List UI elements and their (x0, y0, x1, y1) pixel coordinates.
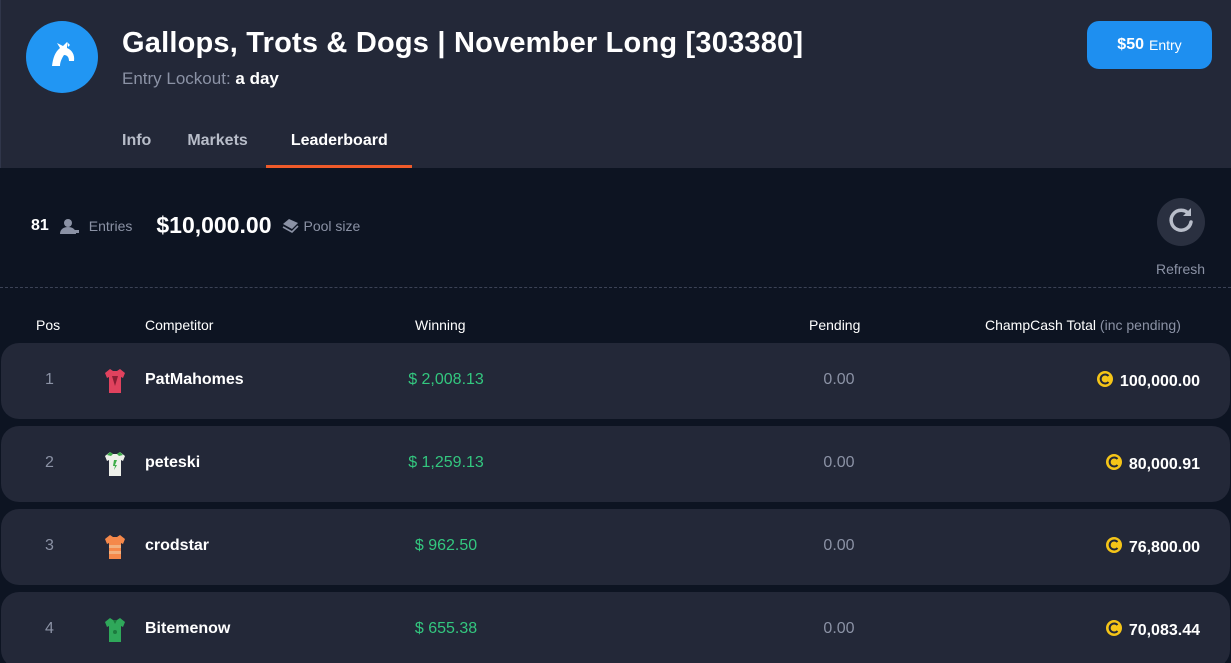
horse-head-icon (43, 36, 81, 79)
entry-lockout: Entry Lockout: a day (122, 69, 279, 89)
champcash-total: 80,000.91 (1105, 453, 1200, 476)
row-position: 2 (45, 454, 54, 471)
lockout-label: Entry Lockout: (122, 69, 231, 88)
total-header-label: ChampCash Total (985, 317, 1097, 333)
competitor-name[interactable]: peteski (145, 454, 200, 472)
refresh-icon (1166, 205, 1196, 240)
refresh-label: Refresh (1156, 261, 1206, 277)
contest-logo (26, 21, 98, 93)
champcash-coin-icon (1096, 370, 1114, 393)
total-header-note: (inc pending) (1099, 317, 1181, 333)
champcash-coin-icon (1105, 619, 1123, 642)
money-tag-icon (282, 218, 300, 234)
tab-markets[interactable]: Markets (169, 112, 265, 168)
pending-amount: 0.00 (823, 371, 855, 388)
pool-size-value: $10,000.00 (156, 212, 272, 238)
row-position: 1 (45, 371, 54, 388)
table-row[interactable]: 1 PatMahomes $ 2,008.13 0.00 100,000.00 (1, 343, 1230, 419)
champcash-total-value: 100,000.00 (1119, 372, 1200, 390)
winning-amount: $ 2,008.13 (408, 371, 484, 388)
entries-count: 81 (31, 216, 49, 234)
tab-leaderboard[interactable]: Leaderboard (265, 112, 412, 168)
champcash-total-value: 76,800.00 (1128, 538, 1200, 556)
column-header-competitor: Competitor (145, 317, 214, 333)
jersey-icon (104, 451, 126, 482)
entries-label: Entries (88, 217, 133, 234)
champcash-total: 70,083.44 (1105, 619, 1200, 642)
champcash-coin-icon (1105, 536, 1123, 559)
table-row[interactable]: 2 peteski $ 1,259.13 0.00 80,000.91 (1, 426, 1230, 502)
pending-amount: 0.00 (823, 537, 855, 554)
entry-amount: $50 (1117, 36, 1144, 53)
pending-amount: 0.00 (823, 620, 855, 637)
table-row[interactable]: 3 crodstar $ 962.50 0.00 76,800.00 (1, 509, 1230, 585)
entry-button[interactable]: $50 Entry (1087, 21, 1212, 69)
tab-bar: Info Markets Leaderboard (104, 112, 412, 168)
tab-info[interactable]: Info (104, 112, 169, 168)
row-position: 3 (45, 537, 54, 554)
row-position: 4 (45, 620, 54, 637)
entry-label: Entry (1149, 37, 1182, 53)
pending-amount: 0.00 (823, 454, 855, 471)
column-header-pos: Pos (36, 317, 61, 333)
champcash-total: 76,800.00 (1105, 536, 1200, 559)
champcash-total-value: 80,000.91 (1128, 455, 1200, 473)
jersey-icon (104, 617, 126, 648)
jersey-icon (104, 368, 126, 399)
person-icon (59, 218, 79, 234)
column-header-winning: Winning (415, 317, 466, 333)
pool-size-label: Pool size (303, 217, 361, 234)
refresh-button[interactable] (1157, 198, 1205, 246)
column-header-total: ChampCash Total (inc pending) (985, 317, 1181, 333)
contest-title: Gallops, Trots & Dogs | November Long [3… (122, 27, 804, 59)
table-row[interactable]: 4 Bitemenow $ 655.38 0.00 70,083.44 (1, 592, 1230, 663)
champcash-total: 100,000.00 (1096, 370, 1200, 393)
competitor-name[interactable]: PatMahomes (145, 371, 244, 389)
jersey-icon (104, 534, 126, 565)
contest-header: Gallops, Trots & Dogs | November Long [3… (0, 0, 1231, 168)
competitor-name[interactable]: Bitemenow (145, 620, 230, 638)
lockout-value: a day (235, 69, 279, 88)
winning-amount: $ 655.38 (414, 620, 478, 637)
champcash-total-value: 70,083.44 (1128, 621, 1200, 639)
winning-amount: $ 1,259.13 (408, 454, 484, 471)
contest-stats: 81 Entries $10,000.00 Pool size (31, 212, 360, 239)
champcash-coin-icon (1105, 453, 1123, 476)
winning-amount: $ 962.50 (414, 537, 478, 554)
column-header-pending: Pending (809, 317, 861, 333)
section-divider (0, 287, 1231, 288)
competitor-name[interactable]: crodstar (145, 537, 209, 555)
